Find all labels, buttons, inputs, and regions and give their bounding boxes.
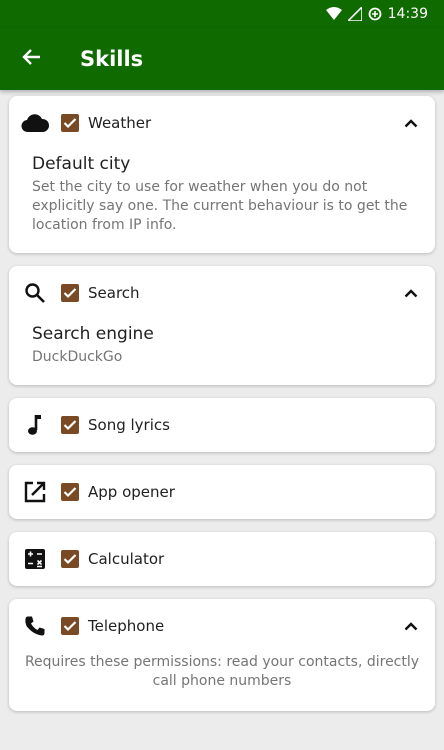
skill-header-app-opener[interactable]: App opener: [9, 465, 435, 519]
skill-header-song-lyrics[interactable]: Song lyrics: [9, 398, 435, 452]
skill-checkbox-calculator[interactable]: [61, 550, 79, 568]
skill-name: Search: [88, 284, 140, 302]
cloud-icon: [21, 109, 49, 137]
skill-card-app-opener: App opener: [9, 465, 435, 519]
back-button[interactable]: [0, 28, 64, 90]
preference-description: Set the city to use for weather when you…: [32, 179, 408, 233]
chevron-up-icon[interactable]: [399, 111, 423, 135]
preference-title: Default city: [32, 154, 131, 174]
skill-name: Telephone: [88, 617, 165, 635]
skill-card-search: Search Search engine DuckDuckGo: [9, 266, 435, 385]
battery-saver-icon: [368, 7, 382, 21]
skill-header-weather[interactable]: Weather: [9, 96, 435, 150]
skill-card-weather: Weather Default city Set the city to use…: [9, 96, 435, 253]
skill-checkbox-weather[interactable]: [61, 114, 79, 132]
skill-name: Weather: [88, 114, 152, 132]
skill-name: Calculator: [88, 550, 165, 568]
preference-title: Search engine: [32, 324, 154, 344]
skill-header-telephone[interactable]: Telephone: [9, 599, 435, 653]
preference-search-engine[interactable]: Search engine DuckDuckGo: [9, 320, 435, 385]
search-icon: [21, 279, 49, 307]
arrow-back-icon: [22, 47, 42, 71]
chevron-up-icon[interactable]: [399, 281, 423, 305]
skill-card-telephone: Telephone Requires these permissions: re…: [9, 599, 435, 711]
skill-name: Song lyrics: [88, 416, 170, 434]
permissions-text: Requires these permissions: read your co…: [24, 654, 420, 689]
skills-list: Weather Default city Set the city to use…: [0, 90, 444, 711]
skill-checkbox-song-lyrics[interactable]: [61, 416, 79, 434]
status-bar: 14:39: [0, 0, 444, 28]
skill-checkbox-telephone[interactable]: [61, 617, 79, 635]
music-note-icon: [21, 411, 49, 439]
skill-card-song-lyrics: Song lyrics: [9, 398, 435, 452]
signal-icon: [347, 7, 362, 21]
skill-header-calculator[interactable]: Calculator: [9, 532, 435, 586]
skill-card-calculator: Calculator: [9, 532, 435, 586]
wifi-icon: [325, 7, 342, 21]
page-title: Skills: [80, 47, 144, 71]
skill-checkbox-app-opener[interactable]: [61, 483, 79, 501]
preference-default-city[interactable]: Default city Set the city to use for wea…: [9, 150, 435, 253]
calculator-icon: [21, 545, 49, 573]
skill-checkbox-search[interactable]: [61, 284, 79, 302]
preference-value: DuckDuckGo: [32, 349, 123, 365]
status-time: 14:39: [387, 6, 428, 22]
phone-icon: [21, 612, 49, 640]
chevron-up-icon[interactable]: [399, 614, 423, 638]
open-in-new-icon: [21, 478, 49, 506]
skill-name: App opener: [88, 483, 175, 501]
skill-header-search[interactable]: Search: [9, 266, 435, 320]
app-bar: Skills: [0, 28, 444, 90]
